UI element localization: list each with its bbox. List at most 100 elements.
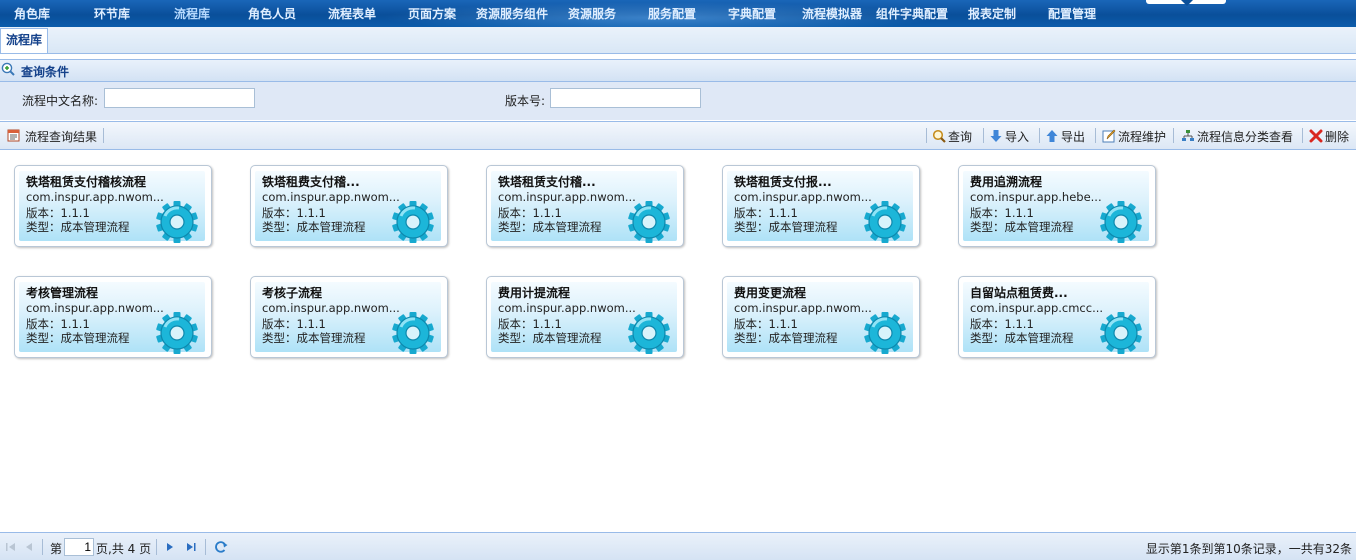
card-title: 铁塔租赁支付报... bbox=[734, 175, 832, 189]
process-card[interactable]: 铁塔租赁支付稽... com.inspur.app.nwom... 版本：1.1.1… bbox=[486, 165, 684, 247]
process-card[interactable]: 考核子流程 com.inspur.app.nwom... 版本：1.1.1 类型：成本… bbox=[250, 276, 448, 358]
tab-strip: 流程库 bbox=[0, 27, 1356, 54]
process-maintain-label: 流程维护 bbox=[1118, 130, 1167, 144]
import-button[interactable]: 导入 bbox=[989, 128, 1029, 144]
page-total-label: 页,共 4 页 bbox=[96, 542, 152, 556]
process-card[interactable]: 费用变更流程 com.inspur.app.nwom... 版本：1.1.1 类型：成… bbox=[722, 276, 920, 358]
nav-item-resource-service[interactable]: 资源服务 bbox=[568, 7, 616, 21]
refresh-icon[interactable] bbox=[214, 540, 228, 554]
version-label: 版本号: bbox=[505, 94, 546, 108]
classify-view-label: 流程信息分类查看 bbox=[1197, 130, 1294, 144]
toolbar-divider bbox=[1302, 128, 1303, 143]
delete-button[interactable]: 删除 bbox=[1309, 128, 1349, 144]
version-input[interactable] bbox=[550, 88, 701, 108]
card-type: 类型：成本管理流程 bbox=[26, 331, 130, 345]
process-card[interactable]: 铁塔租赁支付稽核流程 com.inspur.app.nwom... 版本：1.1.1… bbox=[14, 165, 212, 247]
results-title: 流程查询结果 bbox=[25, 130, 98, 144]
card-package: com.inspur.app.nwom... bbox=[26, 301, 164, 315]
last-page-icon[interactable] bbox=[184, 540, 198, 554]
nav-item-role-members[interactable]: 角色人员 bbox=[248, 7, 296, 21]
card-title: 铁塔租赁支付稽核流程 bbox=[26, 175, 147, 189]
next-page-icon[interactable] bbox=[163, 540, 177, 554]
nav-item-page-scheme[interactable]: 页面方案 bbox=[408, 7, 456, 21]
pager-divider bbox=[205, 539, 206, 555]
nav-item-dictionary-config[interactable]: 字典配置 bbox=[728, 7, 776, 21]
toolbar-divider bbox=[1173, 128, 1174, 143]
nav-item-process-simulator[interactable]: 流程模拟器 bbox=[802, 7, 862, 21]
toolbar-divider bbox=[1039, 128, 1040, 143]
delete-button-label: 删除 bbox=[1325, 130, 1350, 144]
card-title: 铁塔租赁支付稽... bbox=[498, 175, 596, 189]
card-title: 考核子流程 bbox=[262, 286, 323, 300]
process-card[interactable]: 费用计提流程 com.inspur.app.nwom... 版本：1.1.1 类型：成… bbox=[486, 276, 684, 358]
card-package: com.inspur.app.nwom... bbox=[734, 190, 872, 204]
process-card[interactable]: 铁塔租赁支付报... com.inspur.app.nwom... 版本：1.1.1… bbox=[722, 165, 920, 247]
card-type: 类型：成本管理流程 bbox=[262, 220, 366, 234]
nav-item-process-library[interactable]: 流程库 bbox=[174, 7, 210, 21]
first-page-icon[interactable] bbox=[4, 540, 18, 554]
pagination-bar: 第 页,共 4 页 显示第1条到第10条记录，一共有32条 bbox=[0, 532, 1356, 560]
process-card[interactable]: 费用追溯流程 com.inspur.app.hebe... 版本：1.1.1 类型：成… bbox=[958, 165, 1156, 247]
card-package: com.inspur.app.nwom... bbox=[262, 190, 400, 204]
red-x-icon bbox=[1309, 129, 1323, 143]
prev-page-icon[interactable] bbox=[22, 540, 36, 554]
card-package: com.inspur.app.nwom... bbox=[262, 301, 400, 315]
page-number-input[interactable] bbox=[64, 538, 94, 556]
card-package: com.inspur.app.hebe... bbox=[970, 190, 1102, 204]
card-type: 类型：成本管理流程 bbox=[734, 331, 838, 345]
process-card[interactable]: 自留站点租赁费... com.inspur.app.cmcc... 版本：1.1.1… bbox=[958, 276, 1156, 358]
process-card[interactable]: 铁塔租费支付稽... com.inspur.app.nwom... 版本：1.1.1… bbox=[250, 165, 448, 247]
card-title: 费用追溯流程 bbox=[970, 175, 1043, 189]
nav-item-step-library[interactable]: 环节库 bbox=[94, 7, 130, 21]
pager-divider bbox=[42, 539, 43, 555]
card-type: 类型：成本管理流程 bbox=[970, 220, 1074, 234]
nav-item-process-form[interactable]: 流程表单 bbox=[328, 7, 376, 21]
toolbar-divider bbox=[103, 128, 104, 143]
nav-item-config-management[interactable]: 配置管理 bbox=[1048, 7, 1096, 21]
card-type: 类型：成本管理流程 bbox=[970, 331, 1074, 345]
card-package: com.inspur.app.cmcc... bbox=[970, 301, 1104, 315]
nav-item-service-config[interactable]: 服务配置 bbox=[648, 7, 696, 21]
toolbar-divider bbox=[983, 128, 984, 143]
card-title: 费用变更流程 bbox=[734, 286, 807, 300]
card-type: 类型：成本管理流程 bbox=[734, 220, 838, 234]
card-package: com.inspur.app.nwom... bbox=[26, 190, 164, 204]
nav-notch-arrow bbox=[1181, 0, 1193, 6]
results-toolbar: 流程查询结果 查询 导入 导出 流程维护 流程信息分类查看 删除 bbox=[0, 121, 1356, 150]
tab-process-library[interactable]: 流程库 bbox=[0, 28, 49, 53]
process-name-input[interactable] bbox=[104, 88, 255, 108]
import-button-label: 导入 bbox=[1005, 130, 1030, 144]
query-form: 流程中文名称: 版本号: bbox=[0, 82, 1356, 120]
pager-divider bbox=[156, 539, 157, 555]
card-package: com.inspur.app.nwom... bbox=[498, 190, 636, 204]
classify-view-button[interactable]: 流程信息分类查看 bbox=[1181, 128, 1293, 144]
zoom-in-icon[interactable] bbox=[1, 62, 15, 76]
top-navigation-bar: 角色库 环节库 流程库 角色人员 流程表单 页面方案 资源服务组件 资源服务 服… bbox=[0, 0, 1356, 27]
card-package: com.inspur.app.nwom... bbox=[498, 301, 636, 315]
query-button-label: 查询 bbox=[948, 130, 973, 144]
tree-icon bbox=[1182, 130, 1194, 141]
card-package: com.inspur.app.nwom... bbox=[734, 301, 872, 315]
card-title: 自留站点租赁费... bbox=[970, 286, 1068, 300]
nav-item-component-dictionary-config[interactable]: 组件字典配置 bbox=[876, 7, 948, 21]
arrow-up-icon bbox=[1046, 130, 1058, 142]
query-button[interactable]: 查询 bbox=[932, 128, 972, 144]
card-type: 类型：成本管理流程 bbox=[26, 220, 130, 234]
page-prefix-label: 第 bbox=[50, 542, 63, 556]
card-type: 类型：成本管理流程 bbox=[262, 331, 366, 345]
nav-item-resource-service-component[interactable]: 资源服务组件 bbox=[476, 7, 548, 21]
nav-item-report-custom[interactable]: 报表定制 bbox=[968, 7, 1016, 21]
process-card[interactable]: 考核管理流程 com.inspur.app.nwom... 版本：1.1.1 类型：成… bbox=[14, 276, 212, 358]
export-button[interactable]: 导出 bbox=[1045, 128, 1085, 144]
record-summary: 显示第1条到第10条记录，一共有32条 bbox=[1145, 542, 1352, 556]
toolbar-divider bbox=[926, 128, 927, 143]
card-title: 铁塔租费支付稽... bbox=[262, 175, 360, 189]
process-maintain-button[interactable]: 流程维护 bbox=[1102, 128, 1166, 144]
magnifier-icon bbox=[932, 129, 946, 143]
card-type: 类型：成本管理流程 bbox=[498, 331, 602, 345]
card-title: 考核管理流程 bbox=[26, 286, 99, 300]
query-panel-header: 查询条件 bbox=[0, 59, 1356, 82]
nav-item-role-library[interactable]: 角色库 bbox=[14, 7, 50, 21]
process-name-label: 流程中文名称: bbox=[22, 94, 99, 108]
export-button-label: 导出 bbox=[1061, 130, 1086, 144]
